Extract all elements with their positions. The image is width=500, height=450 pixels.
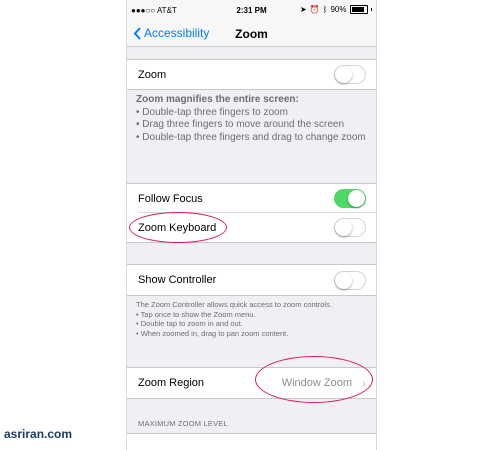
controller-description-title: The Zoom Controller allows quick access …: [136, 300, 332, 309]
toggle-knob: [335, 66, 352, 83]
battery-tip: [370, 8, 372, 11]
zoom-row: Zoom: [127, 59, 376, 90]
follow-focus-label: Follow Focus: [138, 192, 203, 205]
toggle-knob: [335, 219, 352, 236]
zoom-description-bullet: • Double-tap three fingers and drag to c…: [136, 131, 366, 143]
show-controller-label: Show Controller: [138, 274, 217, 286]
chevron-right-icon: ›: [362, 376, 366, 390]
max-zoom-header: MAXIMUM ZOOM LEVEL: [138, 419, 228, 428]
zoom-region-value: Window Zoom: [281, 377, 352, 389]
controller-description-bullet: • Double tap to zoom in and out.: [136, 319, 243, 328]
toggle-knob: [348, 190, 365, 207]
page-title: Zoom: [235, 27, 268, 41]
navigation-bar: Accessibility Zoom: [127, 20, 376, 47]
location-icon: ➤: [300, 5, 307, 14]
controller-description: The Zoom Controller allows quick access …: [136, 300, 368, 338]
alarm-icon: ⏰: [309, 5, 320, 14]
status-bar: ●●●○○ AT&T 2:31 PM ➤ ⏰ ᛒ 90%: [127, 0, 376, 20]
phone-screen: ●●●○○ AT&T 2:31 PM ➤ ⏰ ᛒ 90% Accessibili…: [126, 0, 377, 450]
toggle-knob: [335, 271, 352, 289]
zoom-region-row[interactable]: Zoom Region Window Zoom ›: [127, 367, 376, 399]
controller-description-bullet: • Tap once to show the Zoom menu.: [136, 309, 256, 319]
battery-icon: [349, 5, 368, 14]
follow-focus-row: Follow Focus: [127, 183, 376, 213]
battery-fill: [351, 7, 365, 12]
zoom-region-label: Zoom Region: [138, 377, 205, 389]
zoom-description: Zoom magnifies the entire screen: • Doub…: [136, 94, 368, 144]
zoom-description-title: Zoom magnifies the entire screen:: [136, 94, 299, 105]
zoom-description-bullet: • Double-tap three fingers to zoom: [136, 106, 288, 118]
zoom-keyboard-label: Zoom Keyboard: [138, 221, 217, 234]
zoom-description-bullet: • Drag three fingers to move around the …: [136, 119, 345, 130]
show-controller-toggle[interactable]: [334, 270, 366, 290]
controller-description-bullet: • When zoomed in, drag to pan zoom conte…: [136, 328, 289, 338]
zoom-toggle[interactable]: [334, 65, 366, 84]
zoom-keyboard-toggle[interactable]: [334, 218, 366, 237]
zoom-level-slider-row[interactable]: [127, 433, 376, 450]
status-right: ➤ ⏰ ᛒ 90%: [300, 5, 372, 14]
follow-focus-toggle[interactable]: [334, 189, 366, 208]
zoom-keyboard-row: Zoom Keyboard: [127, 213, 376, 243]
zoom-label: Zoom: [138, 68, 167, 81]
show-controller-row: Show Controller: [127, 264, 376, 296]
watermark: asriran.com: [4, 427, 73, 441]
bluetooth-icon: ᛒ: [322, 5, 328, 14]
battery-percent: 90%: [330, 5, 347, 14]
